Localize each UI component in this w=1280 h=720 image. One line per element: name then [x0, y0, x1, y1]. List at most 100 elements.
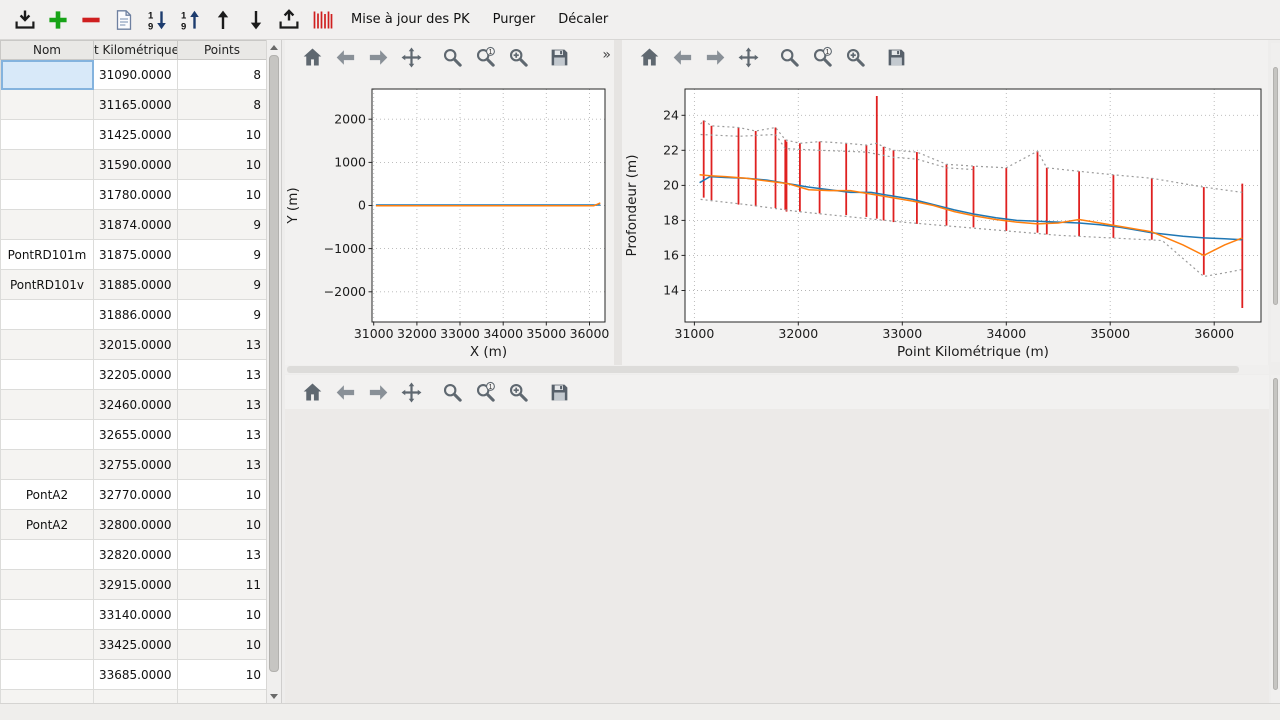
- toolbar-overflow-chevron[interactable]: »: [602, 47, 611, 63]
- cell-points[interactable]: 8: [178, 90, 267, 120]
- pan-button[interactable]: [398, 379, 424, 405]
- cell-point-kilometrique[interactable]: 33140.0000: [94, 600, 178, 630]
- cell-points[interactable]: 10: [178, 660, 267, 690]
- cell-point-kilometrique[interactable]: 32015.0000: [94, 330, 178, 360]
- cell-points[interactable]: 8: [178, 60, 267, 90]
- import-button[interactable]: [10, 5, 40, 35]
- forward-button[interactable]: [365, 379, 391, 405]
- pan-button[interactable]: [398, 44, 424, 70]
- forward-button[interactable]: [702, 44, 728, 70]
- pan-button[interactable]: [735, 44, 761, 70]
- table-row[interactable]: 32655.0000 13: [1, 420, 267, 450]
- cell-point-kilometrique[interactable]: 31425.0000: [94, 120, 178, 150]
- save-button[interactable]: [546, 379, 572, 405]
- cell-point-kilometrique[interactable]: 31590.0000: [94, 150, 178, 180]
- cell-points[interactable]: 9: [178, 210, 267, 240]
- cell-nom[interactable]: [1, 420, 94, 450]
- scroll-up-icon[interactable]: [267, 40, 281, 54]
- cell-nom[interactable]: [1, 300, 94, 330]
- cell-nom[interactable]: [1, 600, 94, 630]
- cell-points[interactable]: 13: [178, 390, 267, 420]
- zoom-button[interactable]: [439, 379, 465, 405]
- back-button[interactable]: [332, 44, 358, 70]
- zoom-button[interactable]: [439, 44, 465, 70]
- save-button[interactable]: [883, 44, 909, 70]
- cell-nom[interactable]: [1, 90, 94, 120]
- cell-nom[interactable]: [1, 210, 94, 240]
- cell-points[interactable]: 10: [178, 510, 267, 540]
- cell-nom[interactable]: PontA2: [1, 480, 94, 510]
- table-row[interactable]: 33425.0000 10: [1, 630, 267, 660]
- move-down-button[interactable]: [241, 5, 271, 35]
- cell-nom[interactable]: [1, 690, 94, 704]
- cell-nom[interactable]: PontA2: [1, 510, 94, 540]
- cell-nom[interactable]: [1, 450, 94, 480]
- table-row[interactable]: 31090.0000 8: [1, 60, 267, 90]
- cell-nom[interactable]: [1, 60, 94, 90]
- cell-point-kilometrique[interactable]: 32755.0000: [94, 450, 178, 480]
- table-row[interactable]: 31780.0000 10: [1, 180, 267, 210]
- remove-section-button[interactable]: [76, 5, 106, 35]
- scroll-down-icon[interactable]: [267, 689, 281, 703]
- cell-nom[interactable]: [1, 660, 94, 690]
- cell-point-kilometrique[interactable]: 32770.0000: [94, 480, 178, 510]
- cell-points[interactable]: 13: [178, 330, 267, 360]
- cell-nom[interactable]: [1, 120, 94, 150]
- table-row[interactable]: 31874.0000 9: [1, 210, 267, 240]
- edit-section-button[interactable]: [109, 5, 139, 35]
- cell-point-kilometrique[interactable]: 31874.0000: [94, 210, 178, 240]
- cell-nom[interactable]: [1, 570, 94, 600]
- sort-ascending-button[interactable]: 19: [175, 5, 205, 35]
- home-button[interactable]: [299, 44, 325, 70]
- table-scrollbar-thumb[interactable]: [269, 55, 279, 672]
- horizontal-scrollbar[interactable]: [285, 365, 1269, 374]
- table-row[interactable]: PontA2 32800.0000 10: [1, 510, 267, 540]
- zoom-plus-button[interactable]: [842, 44, 868, 70]
- table-row[interactable]: PontA2 32770.0000 10: [1, 480, 267, 510]
- cell-nom[interactable]: PontRD101m: [1, 240, 94, 270]
- home-button[interactable]: [299, 379, 325, 405]
- cell-points[interactable]: 13: [178, 420, 267, 450]
- cell-point-kilometrique[interactable]: 32655.0000: [94, 420, 178, 450]
- cell-points[interactable]: 10: [178, 180, 267, 210]
- cell-point-kilometrique[interactable]: 32205.0000: [94, 360, 178, 390]
- table-row[interactable]: 33140.0000 10: [1, 600, 267, 630]
- column-header-points[interactable]: Points: [178, 41, 267, 60]
- cell-points[interactable]: 11: [178, 570, 267, 600]
- cell-nom[interactable]: [1, 540, 94, 570]
- cell-point-kilometrique[interactable]: 32460.0000: [94, 390, 178, 420]
- column-header-nom[interactable]: Nom: [1, 41, 94, 60]
- cell-points[interactable]: 9: [178, 270, 267, 300]
- cell-nom[interactable]: [1, 390, 94, 420]
- table-row[interactable]: 32755.0000 13: [1, 450, 267, 480]
- table-row[interactable]: 31165.0000 8: [1, 90, 267, 120]
- zoom-one-button[interactable]: 1: [472, 44, 498, 70]
- cross-sections-button[interactable]: [307, 5, 337, 35]
- table-row[interactable]: 32820.0000 13: [1, 540, 267, 570]
- sort-descending-button[interactable]: 19: [142, 5, 172, 35]
- bottom-scrollbar[interactable]: [1271, 375, 1280, 703]
- cell-point-kilometrique[interactable]: 33685.0000: [94, 660, 178, 690]
- table-row[interactable]: PontRD101m 31875.0000 9: [1, 240, 267, 270]
- cell-points[interactable]: 13: [178, 450, 267, 480]
- table-row[interactable]: PontRD101v 31885.0000 9: [1, 270, 267, 300]
- save-button[interactable]: [546, 44, 572, 70]
- cell-points[interactable]: 10: [178, 120, 267, 150]
- cell-point-kilometrique[interactable]: 31165.0000: [94, 90, 178, 120]
- move-up-button[interactable]: [208, 5, 238, 35]
- forward-button[interactable]: [365, 44, 391, 70]
- cell-nom[interactable]: [1, 330, 94, 360]
- plots-splitter[interactable]: [614, 40, 622, 365]
- cell-points[interactable]: 13: [178, 540, 267, 570]
- cell-points[interactable]: 10: [178, 480, 267, 510]
- decaler-button[interactable]: Décaler: [549, 7, 617, 32]
- zoom-button[interactable]: [776, 44, 802, 70]
- table-row[interactable]: 31425.0000 10: [1, 120, 267, 150]
- cell-point-kilometrique[interactable]: 31090.0000: [94, 60, 178, 90]
- table-row[interactable]: 32205.0000 13: [1, 360, 267, 390]
- back-button[interactable]: [332, 379, 358, 405]
- cell-nom[interactable]: [1, 630, 94, 660]
- table-row[interactable]: 31886.0000 9: [1, 300, 267, 330]
- mise-a-jour-pk-button[interactable]: Mise à jour des PK: [342, 7, 479, 32]
- bottom-scrollbar-thumb[interactable]: [1273, 378, 1278, 690]
